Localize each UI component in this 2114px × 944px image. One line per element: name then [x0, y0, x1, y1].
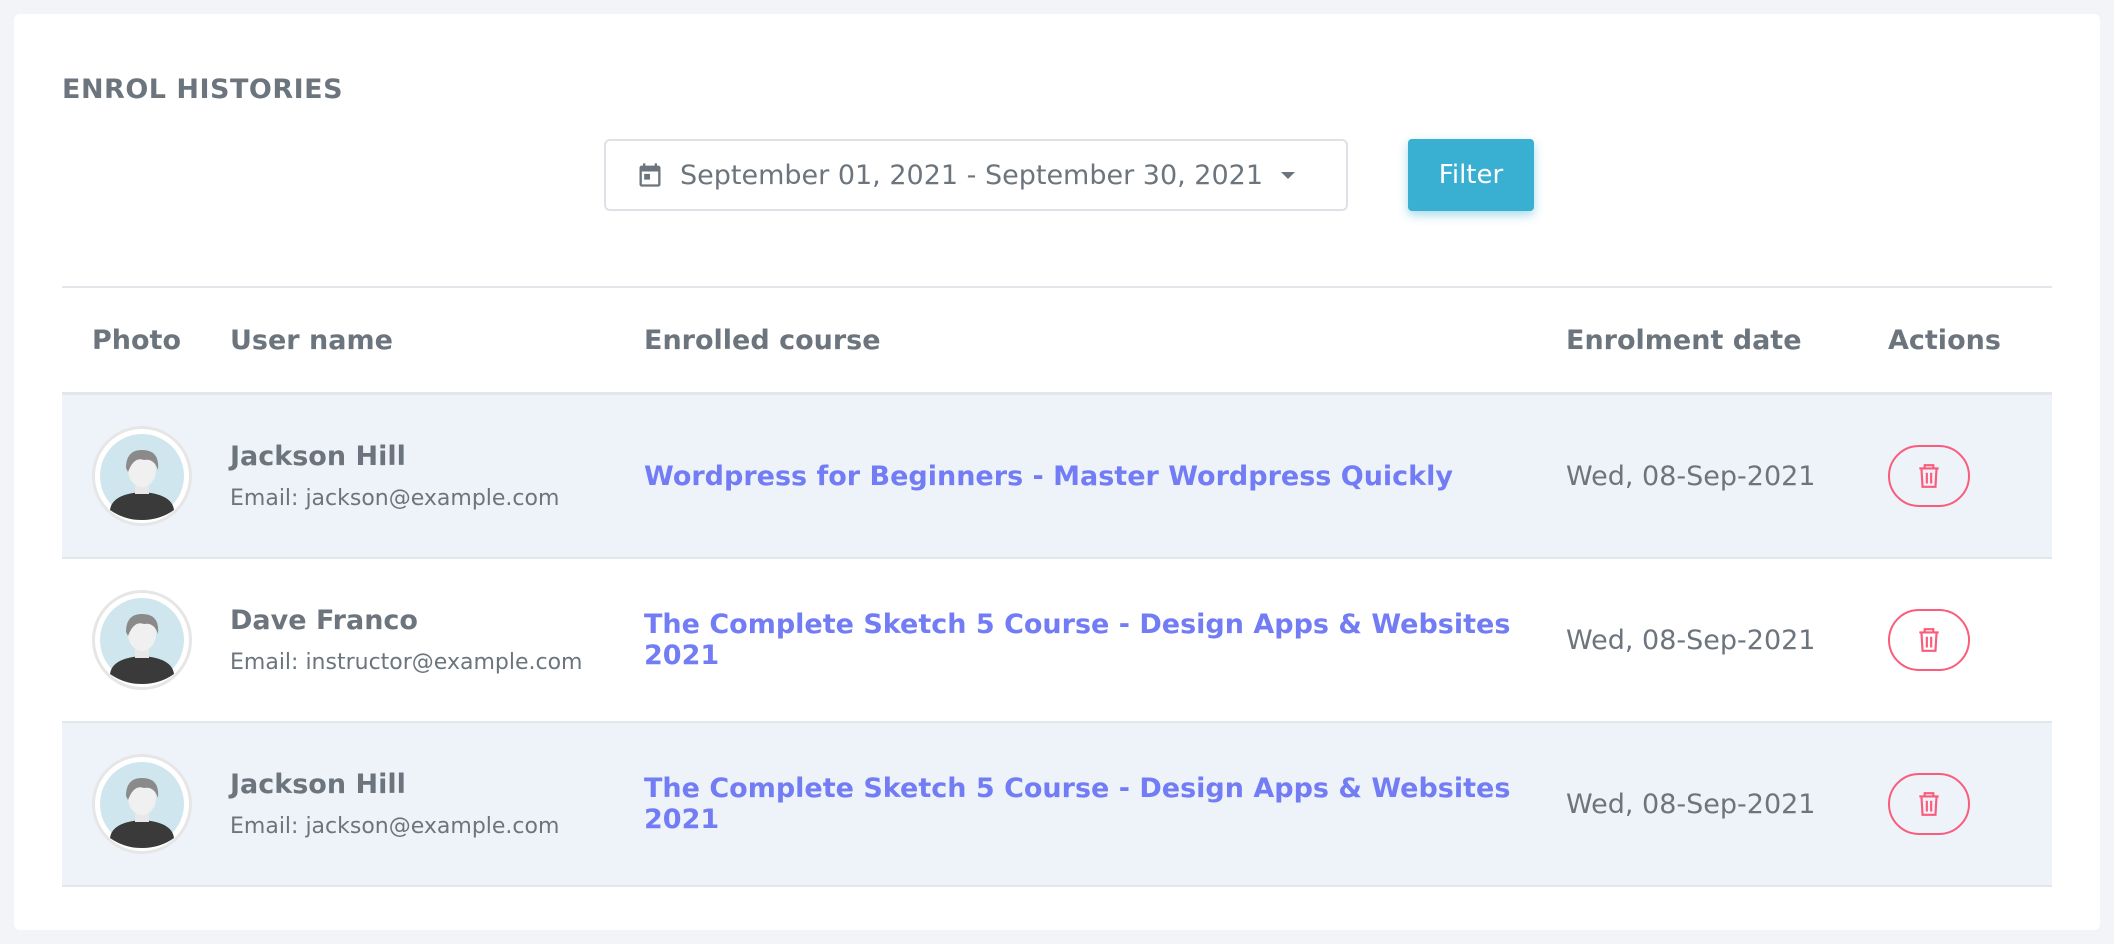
- delete-button[interactable]: [1888, 445, 1970, 507]
- header-actions: Actions: [1888, 324, 2001, 356]
- date-range-picker[interactable]: September 01, 2021 - September 30, 2021: [604, 139, 1348, 211]
- enrolment-date: Wed, 08-Sep-2021: [1566, 788, 1816, 820]
- user-name: Dave Franco: [230, 605, 418, 636]
- table-header: Photo User name Enrolled course Enrolmen…: [62, 288, 2052, 395]
- avatar: [92, 754, 192, 854]
- filter-button[interactable]: Filter: [1408, 139, 1534, 211]
- table-row: Dave Franco Email: instructor@example.co…: [62, 559, 2052, 723]
- avatar-placeholder-icon: [100, 434, 184, 520]
- header-photo: Photo: [92, 324, 182, 356]
- trash-icon: [1919, 464, 1939, 488]
- enrolment-date: Wed, 08-Sep-2021: [1566, 624, 1816, 656]
- avatar: [92, 426, 192, 526]
- avatar: [92, 590, 192, 690]
- course-link[interactable]: Wordpress for Beginners - Master Wordpre…: [644, 461, 1453, 492]
- delete-button[interactable]: [1888, 609, 1970, 671]
- header-user-name: User name: [230, 324, 393, 356]
- header-enrolment-date: Enrolment date: [1566, 324, 1802, 356]
- delete-button[interactable]: [1888, 773, 1970, 835]
- user-name: Jackson Hill: [230, 769, 406, 800]
- header-enrolled-course: Enrolled course: [644, 324, 881, 356]
- enrol-histories-card: ENROL HISTORIES September 01, 2021 - Sep…: [14, 14, 2100, 930]
- course-link[interactable]: The Complete Sketch 5 Course - Design Ap…: [644, 609, 1510, 671]
- page-title: ENROL HISTORIES: [62, 74, 344, 105]
- user-email: Email: jackson@example.com: [230, 814, 560, 839]
- trash-icon: [1919, 792, 1939, 816]
- avatar-placeholder-icon: [100, 598, 184, 684]
- enrol-history-table: Photo User name Enrolled course Enrolmen…: [62, 286, 2052, 887]
- course-link[interactable]: The Complete Sketch 5 Course - Design Ap…: [644, 773, 1510, 835]
- caret-down-icon: [1281, 171, 1296, 179]
- user-email: Email: instructor@example.com: [230, 650, 583, 675]
- date-range-value: September 01, 2021 - September 30, 2021: [680, 159, 1264, 191]
- avatar-placeholder-icon: [100, 762, 184, 848]
- trash-icon: [1919, 628, 1939, 652]
- calendar-icon: [636, 161, 664, 189]
- enrolment-date: Wed, 08-Sep-2021: [1566, 460, 1816, 492]
- user-name: Jackson Hill: [230, 441, 406, 472]
- user-email: Email: jackson@example.com: [230, 486, 560, 511]
- table-row: Jackson Hill Email: jackson@example.com …: [62, 723, 2052, 887]
- table-row: Jackson Hill Email: jackson@example.com …: [62, 395, 2052, 559]
